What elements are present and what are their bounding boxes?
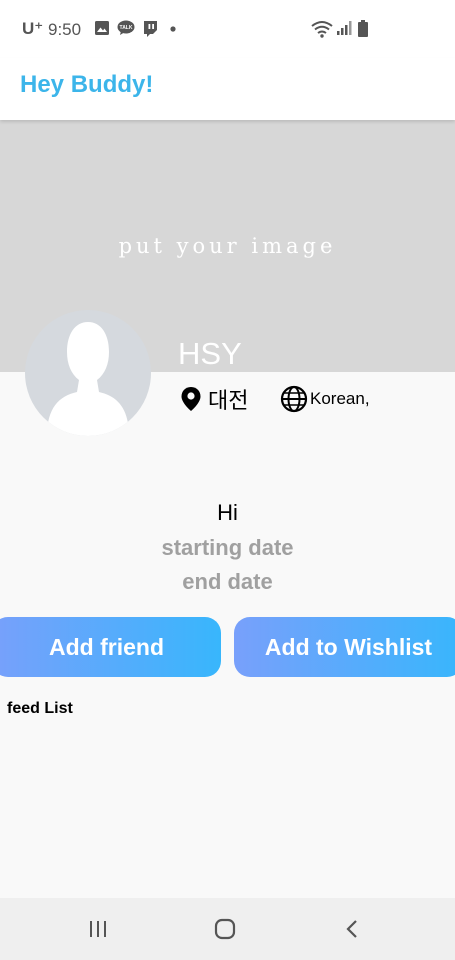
location-pin-icon [181,387,201,411]
recent-apps-icon [90,921,106,937]
home-button[interactable] [205,914,245,944]
system-nav-bar [0,898,455,960]
end-date-label: end date [182,569,273,594]
back-chevron-icon [346,920,357,938]
add-to-wishlist-button[interactable]: Add to Wishlist [234,617,455,677]
location-label: 대전 [208,388,249,413]
location-row: 대전 [180,384,248,414]
twitch-icon [144,21,157,37]
person-silhouette-icon [47,322,129,436]
add-friend-button[interactable]: Add friend [0,617,221,677]
feed-list-title: feed List [7,700,73,717]
signal-icon [337,21,352,35]
battery-icon [358,20,368,37]
avatar[interactable] [25,310,151,436]
starting-date-label: starting date [161,535,294,560]
dot-icon [170,26,176,32]
status-bar: U⁺ 9:50 TALK [0,0,455,58]
wifi-icon [311,21,333,38]
talk-badge-text: TALK [120,25,133,31]
status-time: 9:50 [48,20,82,39]
language-label: Korean, [310,389,370,408]
app-title: Hey Buddy! [20,71,154,98]
greeting-text: Hi [217,500,238,525]
cover-placeholder-text: put your image [118,234,337,258]
kakaotalk-icon: TALK [117,20,135,35]
globe-icon [280,385,308,413]
carrier-label: U⁺ [22,19,44,38]
profile-name: HSY [178,336,242,371]
home-icon [214,918,236,940]
language-row: Korean, [280,384,370,414]
image-icon [95,21,109,35]
back-button[interactable] [332,914,372,944]
app-bar: Hey Buddy! [0,58,455,120]
recent-apps-button[interactable] [78,914,118,944]
